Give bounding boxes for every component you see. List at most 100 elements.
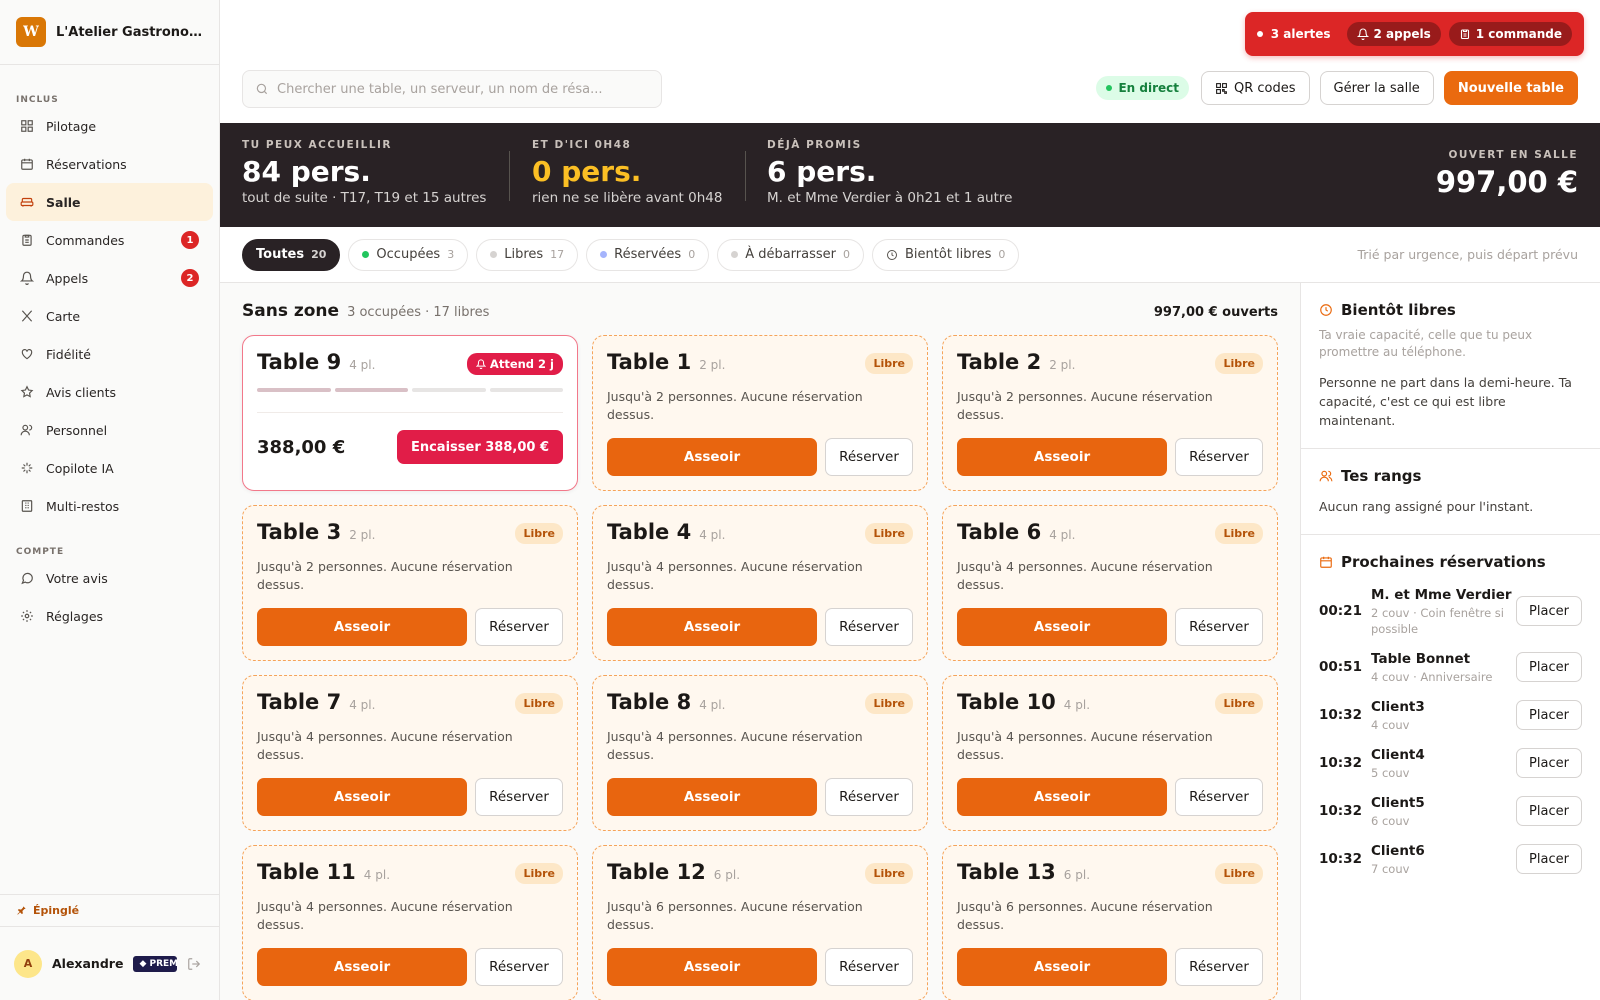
seat-button[interactable]: Asseoir	[607, 608, 817, 646]
place-button[interactable]: Placer	[1516, 796, 1582, 826]
reserve-button[interactable]: Réserver	[1175, 778, 1263, 816]
table-card-free[interactable]: Table 11 4 pl. Libre Jusqu'à 4 personnes. A…	[242, 845, 578, 1000]
filter-chip[interactable]: Toutes 20	[242, 238, 341, 271]
reserve-button[interactable]: Réserver	[825, 948, 913, 986]
table-name: Table 6	[957, 520, 1042, 544]
sidebar-item-votre-avis[interactable]: Votre avis	[6, 559, 213, 597]
brand[interactable]: W L'Atelier Gastronomi...	[0, 0, 219, 65]
sidebar-item-personnel[interactable]: Personnel	[6, 411, 213, 449]
table-card-free[interactable]: Table 3 2 pl. Libre Jusqu'à 2 personnes. Au…	[242, 505, 578, 661]
place-button[interactable]: Placer	[1516, 748, 1582, 778]
table-seats: 4 pl.	[349, 358, 376, 372]
sidebar-item-salle[interactable]: Salle	[6, 183, 213, 221]
pinned-section[interactable]: Épinglé	[0, 894, 219, 926]
orders-pill[interactable]: 1 commande	[1448, 22, 1572, 46]
reserve-button[interactable]: Réserver	[825, 608, 913, 646]
table-card-free[interactable]: Table 10 4 pl. Libre Jusqu'à 4 personnes. A…	[942, 675, 1278, 831]
table-description: Jusqu'à 4 personnes. Aucune réservation …	[257, 729, 513, 762]
qr-codes-label: QR codes	[1234, 80, 1296, 96]
place-button[interactable]: Placer	[1516, 700, 1582, 730]
brand-name: L'Atelier Gastronomi...	[56, 24, 203, 40]
alerts-label: 3 alertes	[1270, 27, 1331, 41]
filter-chip[interactable]: Bientôt libres 0	[872, 238, 1020, 271]
search-box[interactable]	[242, 70, 662, 108]
alerts-summary[interactable]: 3 alertes	[1256, 27, 1339, 41]
nav-main: Pilotage Réservations Salle Commandes 1 Appel…	[0, 107, 219, 525]
table-card-free[interactable]: Table 13 6 pl. Libre Jusqu'à 6 personnes. A…	[942, 845, 1278, 1000]
seat-button[interactable]: Asseoir	[957, 438, 1167, 476]
reserve-button[interactable]: Réserver	[475, 608, 563, 646]
reserve-button[interactable]: Réserver	[475, 948, 563, 986]
table-card-free[interactable]: Table 1 2 pl. Libre Jusqu'à 2 personnes. Au…	[592, 335, 928, 491]
topbar: 3 alertes 2 appels 1 commande En direct …	[220, 0, 1600, 123]
table-card-free[interactable]: Table 2 2 pl. Libre Jusqu'à 2 personnes. Au…	[942, 335, 1278, 491]
filter-chip[interactable]: Occupées 3	[348, 238, 469, 271]
seat-button[interactable]: Asseoir	[257, 948, 467, 986]
sidebar-item-avis-clients[interactable]: Avis clients	[6, 373, 213, 411]
new-table-button[interactable]: Nouvelle table	[1443, 71, 1578, 105]
stat-value: 84 pers.	[242, 155, 371, 188]
sidebar-item-carte[interactable]: Carte	[6, 297, 213, 335]
seat-button[interactable]: Asseoir	[957, 608, 1167, 646]
filter-chip[interactable]: À débarrasser 0	[717, 238, 864, 271]
seat-button[interactable]: Asseoir	[957, 948, 1167, 986]
seat-button[interactable]: Asseoir	[607, 778, 817, 816]
cash-out-button[interactable]: Encaisser 388,00 €	[396, 430, 563, 464]
place-button[interactable]: Placer	[1516, 844, 1582, 874]
place-button[interactable]: Placer	[1516, 652, 1582, 682]
sidebar-item-appels[interactable]: Appels 2	[6, 259, 213, 297]
sidebar-item-multi-restos[interactable]: Multi-restos	[6, 487, 213, 525]
seat-button[interactable]: Asseoir	[257, 608, 467, 646]
sidebar-item-label: Appels	[46, 270, 89, 286]
clipboard-icon	[1460, 29, 1469, 40]
panel-title: Prochaines réservations	[1341, 553, 1546, 571]
reserve-button[interactable]: Réserver	[475, 778, 563, 816]
sidebar-item-pilotage[interactable]: Pilotage	[6, 107, 213, 145]
chip-count: 0	[998, 248, 1006, 261]
seat-button[interactable]: Asseoir	[607, 948, 817, 986]
reserve-button[interactable]: Réserver	[1175, 438, 1263, 476]
stat-open-total: OUVERT EN SALLE 997,00 €	[1436, 149, 1578, 199]
sidebar-item-commandes[interactable]: Commandes 1	[6, 221, 213, 259]
seat-button[interactable]: Asseoir	[257, 778, 467, 816]
table-card-free[interactable]: Table 8 4 pl. Libre Jusqu'à 4 personnes. Au…	[592, 675, 928, 831]
card-actions: Asseoir Réserver	[607, 438, 913, 476]
panel-header: Prochaines réservations	[1319, 553, 1582, 571]
table-card-free[interactable]: Table 12 6 pl. Libre Jusqu'à 6 personnes. A…	[592, 845, 928, 1000]
reserve-button[interactable]: Réserver	[1175, 948, 1263, 986]
reserve-button[interactable]: Réserver	[825, 438, 913, 476]
calls-pill[interactable]: 2 appels	[1346, 22, 1441, 46]
sidebar-item-reglages[interactable]: Réglages	[6, 597, 213, 635]
seat-button[interactable]: Asseoir	[607, 438, 817, 476]
table-card-occupied[interactable]: Table 9 4 pl. Attend 2 j 388,00 € Encais…	[242, 335, 578, 491]
reserve-button[interactable]: Réserver	[1175, 608, 1263, 646]
alerts-bar[interactable]: 3 alertes 2 appels 1 commande	[1244, 12, 1584, 56]
stat-value: 0 pers.	[532, 155, 642, 188]
sidebar-item-reservations[interactable]: Réservations	[6, 145, 213, 183]
sidebar-item-copilote-ia[interactable]: Copilote IA	[6, 449, 213, 487]
sidebar-item-fidelite[interactable]: Fidélité	[6, 335, 213, 373]
plan-badge: ◆ PREMIUM	[133, 955, 178, 972]
seat-button[interactable]: Asseoir	[957, 778, 1167, 816]
reservation-name: Client6	[1371, 843, 1425, 859]
filter-chip[interactable]: Réservées 0	[586, 238, 710, 271]
filter-chip[interactable]: Libres 17	[476, 238, 579, 271]
logout-icon[interactable]	[187, 957, 201, 971]
user-row[interactable]: A Alexandre ◆ PREMIUM	[0, 926, 219, 1000]
place-button[interactable]: Placer	[1516, 596, 1582, 626]
reserve-button[interactable]: Réserver	[825, 778, 913, 816]
chip-label: Bientôt libres	[905, 247, 992, 262]
star-icon	[20, 385, 34, 399]
table-card-free[interactable]: Table 6 4 pl. Libre Jusqu'à 4 personnes. Au…	[942, 505, 1278, 661]
table-card-free[interactable]: Table 4 4 pl. Libre Jusqu'à 4 personnes. Au…	[592, 505, 928, 661]
utensils-icon	[20, 309, 34, 323]
table-description: Jusqu'à 4 personnes. Aucune réservation …	[957, 559, 1213, 592]
table-description: Jusqu'à 4 personnes. Aucune réservation …	[957, 729, 1213, 762]
table-card-free[interactable]: Table 7 4 pl. Libre Jusqu'à 4 personnes. Au…	[242, 675, 578, 831]
manage-room-button[interactable]: Gérer la salle	[1319, 71, 1434, 105]
calendar-icon	[1320, 556, 1332, 568]
zone-header: Sans zone 3 occupées · 17 libres	[242, 301, 489, 321]
free-badge: Libre	[865, 863, 913, 884]
qr-codes-button[interactable]: QR codes	[1201, 71, 1310, 105]
search-input[interactable]	[277, 81, 637, 97]
